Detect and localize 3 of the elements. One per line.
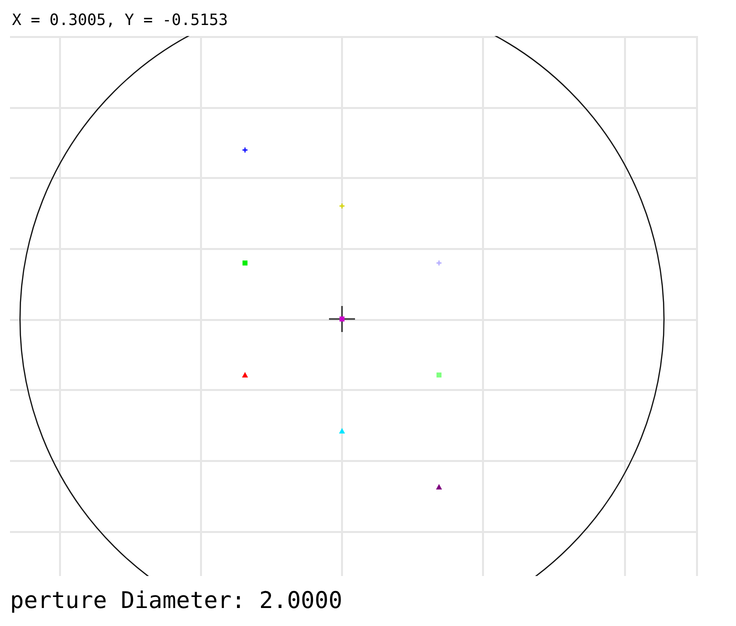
cursor-readout: X = 0.3005, Y = -0.5153	[12, 10, 228, 31]
aperture-diameter-label: perture Diameter: 2.0000	[10, 588, 342, 614]
crosshair-marker	[329, 306, 355, 332]
